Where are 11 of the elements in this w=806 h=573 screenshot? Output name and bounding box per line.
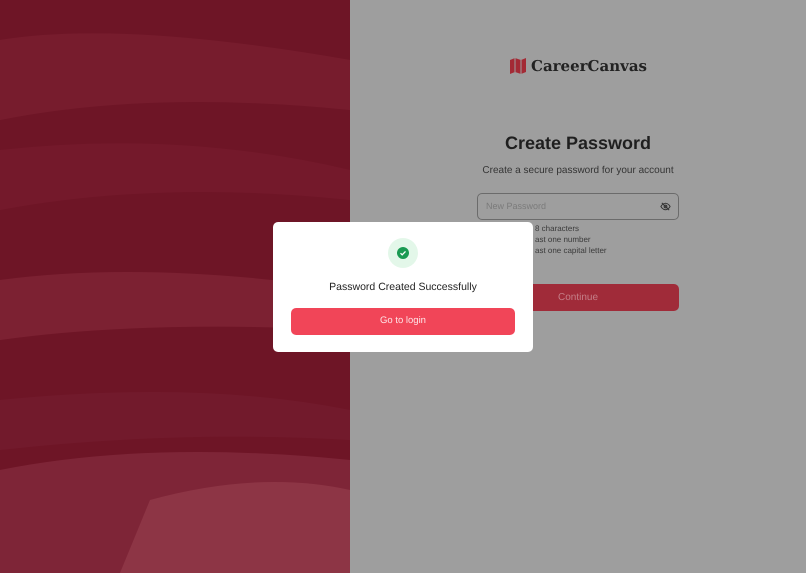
- password-hint: 8 characters: [535, 222, 580, 234]
- map-icon: [509, 57, 527, 76]
- eye-off-icon[interactable]: [660, 200, 671, 212]
- check-icon: [388, 238, 418, 268]
- password-hint: ast one capital letter: [535, 244, 608, 256]
- go-to-login-button[interactable]: Go to login: [291, 308, 515, 335]
- success-message: Password Created Successfully: [329, 280, 477, 295]
- brand-logo: CareerCanvas: [531, 56, 647, 77]
- password-hint: ast one number: [535, 234, 592, 244]
- form-subtitle: Create a secure password for your account: [482, 164, 674, 178]
- form-title: Create Password: [504, 132, 652, 154]
